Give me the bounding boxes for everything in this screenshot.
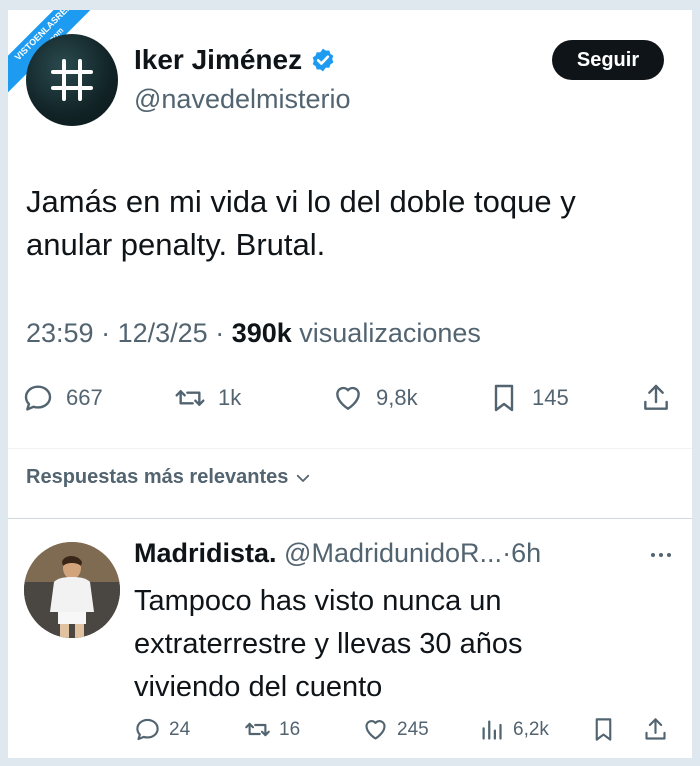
views-count: 390k — [231, 318, 292, 348]
tweet-text-line: Jamás en mi vida vi lo del doble toque y — [26, 184, 576, 219]
reply-like-count: 245 — [397, 718, 429, 740]
reply-author-name[interactable]: Madridista. — [134, 538, 277, 568]
share-icon — [645, 718, 666, 740]
like-icon — [365, 720, 386, 740]
reply-views-button[interactable]: 6,2k — [478, 716, 549, 743]
tweet-time[interactable]: 23:59 — [26, 318, 94, 348]
reply-author-avatar[interactable] — [24, 542, 120, 638]
reply-actions: 24 16 245 6,2k — [134, 716, 674, 750]
retweet-icon — [175, 390, 205, 406]
like-count: 9,8k — [376, 385, 418, 410]
reply-share-button[interactable] — [642, 716, 669, 743]
follow-button[interactable]: Seguir — [552, 40, 664, 80]
reply-sort-label: Respuestas más relevantes — [26, 466, 289, 488]
bookmark-icon — [595, 718, 612, 741]
share-button[interactable] — [640, 382, 672, 414]
reply-sort-selector[interactable]: Respuestas más relevantes — [26, 466, 312, 489]
tweet-actions: 667 1k 9,8k 145 — [22, 382, 678, 422]
author-avatar[interactable] — [26, 34, 118, 126]
retweet-icon — [245, 722, 270, 737]
like-icon — [336, 386, 360, 410]
reply-text: Tampoco has visto nunca un extraterrestr… — [134, 580, 654, 709]
author-name-row[interactable]: Iker Jiménez — [134, 44, 336, 76]
separator: · — [101, 318, 118, 348]
like-button[interactable]: 9,8k — [332, 382, 418, 414]
reply-bookmark-button[interactable] — [590, 716, 617, 743]
reply-text-line: extraterrestre y llevas 30 años — [134, 628, 523, 660]
bookmark-button[interactable]: 145 — [488, 382, 569, 414]
hashtag-logo-icon — [51, 59, 93, 101]
share-icon — [644, 384, 668, 410]
reply-author-handle[interactable]: @MadridunidoR... — [284, 538, 502, 568]
retweet-count: 1k — [218, 385, 242, 410]
reply-retweet-count: 16 — [279, 718, 301, 740]
reply-views-count: 6,2k — [513, 718, 549, 740]
divider — [8, 448, 692, 449]
reply-reply-button[interactable]: 24 — [134, 716, 190, 743]
retweet-button[interactable]: 1k — [174, 382, 241, 414]
tweet-date[interactable]: 12/3/25 — [118, 318, 208, 348]
reply-count: 667 — [66, 385, 103, 410]
reply-text-line: viviendo del cuento — [134, 671, 383, 703]
reply-reply-count: 24 — [169, 718, 191, 740]
player-photo-icon — [24, 542, 120, 638]
more-icon[interactable] — [646, 540, 676, 570]
tweet-text-line: anular penalty. Brutal. — [26, 227, 326, 262]
separator: · — [502, 538, 512, 568]
chevron-down-icon — [297, 474, 310, 482]
separator: · — [215, 318, 232, 348]
bookmark-icon — [494, 384, 514, 412]
reply-icon — [136, 718, 159, 741]
tweet-text: Jamás en mi vida vi lo del doble toque y… — [26, 180, 666, 266]
reply-retweet-button[interactable]: 16 — [244, 716, 300, 743]
tweet-meta: 23:59 · 12/3/25 · 390k visualizaciones — [26, 318, 481, 349]
reply-icon — [24, 385, 52, 411]
verified-icon — [312, 48, 334, 72]
bookmark-count: 145 — [532, 385, 569, 410]
views-icon — [482, 720, 502, 740]
reply-text-line: Tampoco has visto nunca un — [134, 585, 502, 617]
tweet-header: Iker Jiménez @navedelmisterio Seguir — [26, 32, 676, 126]
author-name[interactable]: Iker Jiménez — [134, 44, 302, 76]
reply-like-button[interactable]: 245 — [362, 716, 429, 743]
divider — [8, 518, 692, 519]
reply-author-row[interactable]: Madridista. @MadridunidoR...·6h — [134, 538, 541, 569]
views-label: visualizaciones — [299, 318, 481, 348]
reply-button[interactable]: 667 — [22, 382, 103, 414]
author-handle[interactable]: @navedelmisterio — [134, 84, 351, 115]
reply-age[interactable]: 6h — [511, 538, 541, 568]
